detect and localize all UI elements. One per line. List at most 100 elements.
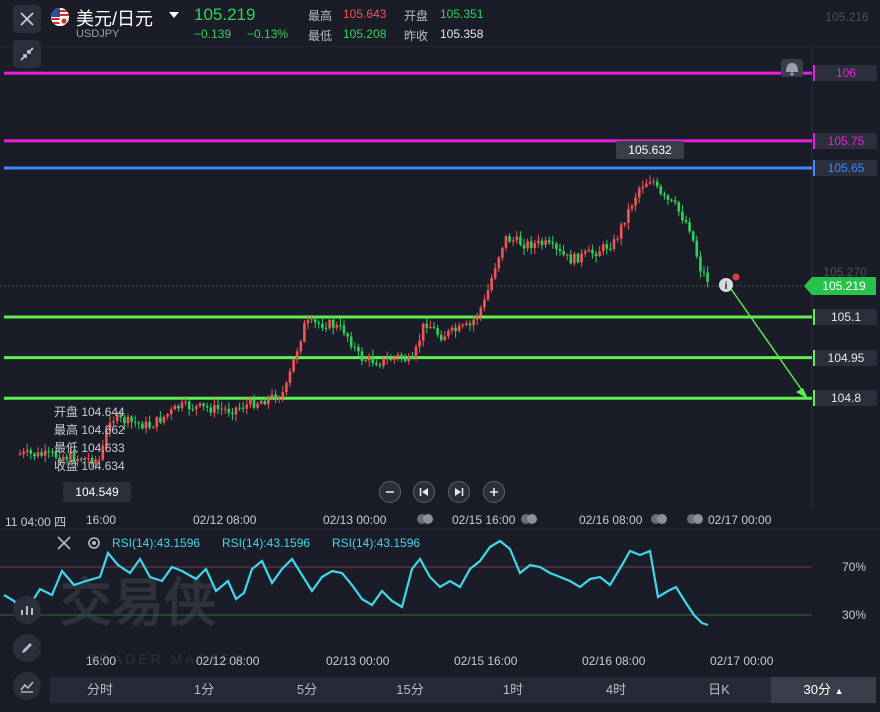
candle-body: [141, 423, 144, 429]
current-price-value: 105.219: [822, 279, 866, 293]
candle-body: [335, 324, 339, 328]
candle-body: [508, 236, 511, 242]
axis-top-label: 105.216: [825, 10, 869, 24]
timeframe-bar: 分时 1分 5分 15分 1时 4时 日K 30分 ▲: [50, 677, 876, 703]
tooltip-high: 最高 104.662: [54, 423, 125, 437]
timeframe-tab[interactable]: 1时: [471, 677, 555, 703]
candle-body: [313, 319, 317, 323]
rsi-label: RSI(14):43.1596: [332, 536, 421, 550]
bell-icon[interactable]: [781, 59, 803, 77]
candle-body: [227, 408, 231, 413]
timeframe-tab[interactable]: 日K: [677, 677, 761, 703]
high-label: 最高: [308, 9, 333, 23]
trend-arrow[interactable]: [728, 285, 808, 399]
zoom-in-button[interactable]: [483, 481, 505, 503]
rsi-level-low: 30%: [842, 608, 867, 622]
skip-back-icon: [419, 488, 428, 496]
candle-body: [396, 354, 400, 358]
timeframe-tab[interactable]: 分时: [58, 677, 142, 703]
candle-body: [684, 220, 688, 223]
candle-body: [328, 319, 331, 329]
line-value-label: 105.65: [813, 160, 877, 176]
candle-body: [177, 405, 180, 409]
candle-body: [40, 452, 43, 456]
candle-body: [421, 323, 425, 341]
candle-body: [454, 327, 457, 332]
candle-body: [533, 243, 537, 249]
zoom-out-button[interactable]: [379, 481, 401, 503]
candle-body: [558, 248, 562, 252]
candle-body: [627, 208, 630, 223]
close-icon: [20, 12, 34, 26]
candle-body: [414, 346, 418, 358]
info-marker-icon[interactable]: i: [719, 273, 740, 293]
timeframe-tab[interactable]: 1分: [162, 677, 246, 703]
rsi-time-label: 16:00: [86, 654, 117, 668]
timeframe-tab[interactable]: 15分: [368, 677, 452, 703]
candle-body: [612, 239, 616, 249]
candle-body: [706, 272, 709, 282]
candlestick-chart[interactable]: i: [0, 46, 880, 508]
candle-body: [436, 328, 439, 335]
candle-body: [666, 195, 670, 200]
high-value: 105.643: [343, 7, 387, 21]
candle-body: [605, 244, 609, 249]
candle-body: [385, 358, 389, 360]
candle-body: [648, 182, 652, 184]
candle-body: [576, 253, 580, 263]
candle-body: [209, 407, 213, 413]
candle-body: [565, 254, 569, 256]
rsi-close-button[interactable]: [56, 535, 72, 556]
bar-chart-icon: [21, 606, 33, 615]
tooltip-close: 收盘 104.634: [54, 459, 125, 473]
candle-body: [342, 325, 346, 334]
rsi-label: RSI(14):43.1596: [222, 536, 311, 550]
rsi-settings-button[interactable]: [86, 535, 102, 556]
horizontal-lines[interactable]: [4, 71, 812, 400]
candle-body: [702, 271, 706, 273]
candle-body: [33, 453, 36, 457]
candle-body: [256, 403, 259, 408]
time-label: 02/13 00:00: [323, 513, 387, 527]
event-markers[interactable]: [400, 511, 730, 527]
tooltip-low: 最低 104.633: [54, 441, 125, 455]
candle-body: [407, 356, 411, 362]
candle-body: [137, 422, 141, 424]
timeframe-tab[interactable]: 5分: [265, 677, 349, 703]
candle-body: [238, 407, 241, 409]
candle-body: [331, 319, 335, 328]
candle-body: [389, 358, 393, 360]
candle-body: [184, 401, 187, 403]
indicator-tool-button[interactable]: [13, 596, 41, 624]
scroll-start-button[interactable]: [413, 481, 435, 503]
pair-dropdown-icon[interactable]: [169, 12, 179, 18]
rsi-time-label: 02/12 08:00: [196, 654, 260, 668]
rsi-time-label: 02/16 08:00: [582, 654, 646, 668]
candle-body: [220, 408, 223, 410]
candle-body: [583, 251, 587, 254]
candle-body: [303, 323, 306, 342]
quote-header: 美元/日元 USDJPY 105.219 −0.139 −0.13% 最高 10…: [0, 0, 880, 68]
candle-body: [231, 412, 234, 415]
candle-body: [22, 451, 25, 454]
draw-tool-button[interactable]: [13, 634, 41, 662]
scroll-end-button[interactable]: [448, 481, 470, 503]
candle-body: [655, 181, 659, 187]
timeframe-selector[interactable]: 30分 ▲: [771, 677, 876, 703]
candle-body: [511, 240, 515, 242]
candle-body: [461, 324, 465, 326]
candle-body: [691, 231, 695, 241]
open-label: 开盘: [404, 9, 429, 23]
candle-body: [468, 323, 472, 326]
prev-close-label: 昨收: [404, 29, 429, 43]
timeframe-tab[interactable]: 4时: [574, 677, 658, 703]
candle-body: [292, 359, 295, 372]
candle-body: [202, 403, 205, 406]
candle-body: [493, 268, 497, 278]
candle-body: [472, 319, 475, 326]
close-button[interactable]: [13, 5, 41, 33]
candle-body: [699, 256, 702, 272]
rsi-time-label: 02/17 00:00: [710, 654, 774, 668]
candle-body: [321, 323, 324, 328]
chart-type-button[interactable]: [13, 672, 41, 700]
